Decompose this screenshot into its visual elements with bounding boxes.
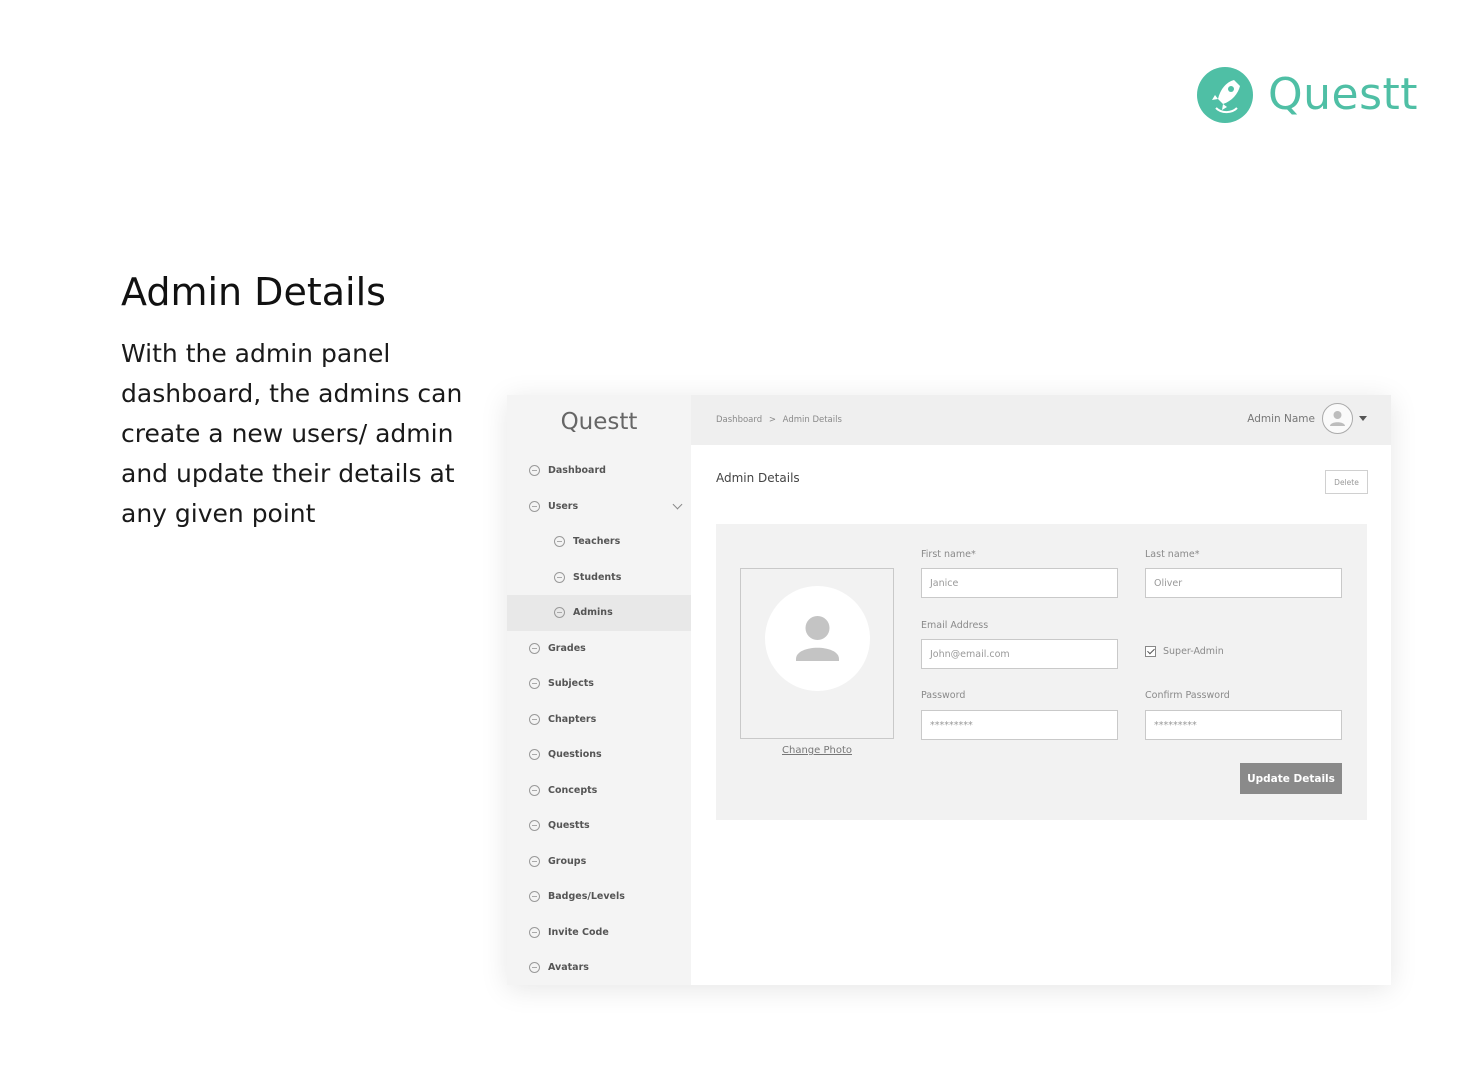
first-name-field[interactable]: Janice [921,568,1118,598]
circle-icon [529,784,540,796]
password-field[interactable]: ********* [921,710,1118,740]
breadcrumb: Dashboard > Admin Details [716,415,842,425]
circle-icon [554,536,565,548]
super-admin-option[interactable]: Super-Admin [1145,646,1224,657]
sidebar-item-questts[interactable]: Questts [507,808,691,844]
sidebar-item-label: Admins [573,607,613,619]
intro-title: Admin Details [121,270,386,314]
sidebar-item-teachers[interactable]: Teachers [507,524,691,560]
intro-description: With the admin panel dashboard, the admi… [121,339,463,528]
sidebar-item-students[interactable]: Students [507,560,691,596]
sidebar-item-label: Avatars [548,962,589,974]
sidebar-logo[interactable]: Questt [507,395,691,453]
confirm-password-label: Confirm Password [1145,690,1230,701]
sidebar-item-avatars[interactable]: Avatars [507,950,691,985]
caret-down-icon[interactable] [1359,416,1367,421]
sidebar-item-grades[interactable]: Grades [507,631,691,667]
circle-icon [554,607,565,619]
brand-logo: Questt [1196,66,1418,124]
brand-name: Questt [1268,69,1419,120]
super-admin-checkbox[interactable] [1145,646,1156,657]
confirm-password-field[interactable]: ********* [1145,710,1342,740]
sidebar-item-label: Subjects [548,678,594,690]
email-label: Email Address [921,620,989,631]
circle-icon [529,465,540,477]
sidebar-item-label: Grades [548,642,586,654]
breadcrumb-dashboard[interactable]: Dashboard [716,415,762,425]
page-header: Admin Details Delete [691,445,1391,519]
circle-icon [529,642,540,654]
circle-icon [529,855,540,867]
circle-icon [554,571,565,583]
sidebar-item-label: Students [573,571,622,583]
first-name-label: First name* [921,549,976,560]
page-title: Admin Details [716,471,800,485]
circle-icon [529,713,540,725]
sidebar-item-subjects[interactable]: Subjects [507,666,691,702]
admin-panel-mockup: Questt Dashboard Users Teachers Students [507,395,1391,985]
user-icon [796,616,839,661]
sidebar-item-questions[interactable]: Questions [507,737,691,773]
sidebar: Questt Dashboard Users Teachers Students [507,395,691,985]
sidebar-item-chapters[interactable]: Chapters [507,702,691,738]
email-field[interactable]: John@email.com [921,639,1118,669]
sidebar-item-badges-levels[interactable]: Badges/Levels [507,879,691,915]
sidebar-item-label: Teachers [573,536,621,548]
sidebar-item-label: Chapters [548,713,597,725]
sidebar-item-label: Questts [548,820,590,832]
sidebar-item-groups[interactable]: Groups [507,844,691,880]
circle-icon [529,749,540,761]
user-name[interactable]: Admin Name [1247,413,1315,425]
sidebar-item-dashboard[interactable]: Dashboard [507,453,691,489]
sidebar-item-admins[interactable]: Admins [507,595,691,631]
chevron-down-icon[interactable] [672,499,683,509]
circle-icon [529,500,540,512]
sidebar-item-label: Users [548,500,579,512]
update-details-button[interactable]: Update Details [1240,763,1342,794]
user-menu[interactable]: Admin Name [1247,403,1367,434]
sidebar-item-label: Groups [548,855,587,867]
sidebar-item-label: Questions [548,749,602,761]
sidebar-item-label: Invite Code [548,926,609,938]
sidebar-nav: Dashboard Users Teachers Students Admins [507,453,691,985]
main-content: Dashboard > Admin Details Admin Name Adm… [691,395,1391,985]
sidebar-item-invite-code[interactable]: Invite Code [507,915,691,951]
circle-icon [529,678,540,690]
change-photo-link[interactable]: Change Photo [740,745,894,756]
admin-details-form: Change Photo First name* Janice Last nam… [716,524,1367,820]
photo-frame [740,568,894,739]
breadcrumb-current: Admin Details [782,415,842,425]
last-name-label: Last name* [1145,549,1200,560]
circle-icon [529,962,540,974]
topbar: Dashboard > Admin Details Admin Name [691,395,1391,445]
sidebar-item-label: Concepts [548,784,598,796]
last-name-field[interactable]: Oliver [1145,568,1342,598]
circle-icon [529,820,540,832]
circle-icon [529,926,540,938]
sidebar-item-label: Dashboard [548,465,606,477]
sidebar-item-users[interactable]: Users [507,489,691,525]
password-label: Password [921,690,966,701]
rocket-logo-icon [1197,67,1253,123]
sidebar-item-label: Badges/Levels [548,891,625,903]
delete-button[interactable]: Delete [1325,470,1368,494]
super-admin-label: Super-Admin [1163,646,1224,657]
sidebar-item-concepts[interactable]: Concepts [507,773,691,809]
avatar[interactable] [1322,403,1353,434]
user-icon [1330,411,1345,426]
breadcrumb-separator: > [768,415,776,425]
profile-photo [765,586,870,691]
circle-icon [529,891,540,903]
